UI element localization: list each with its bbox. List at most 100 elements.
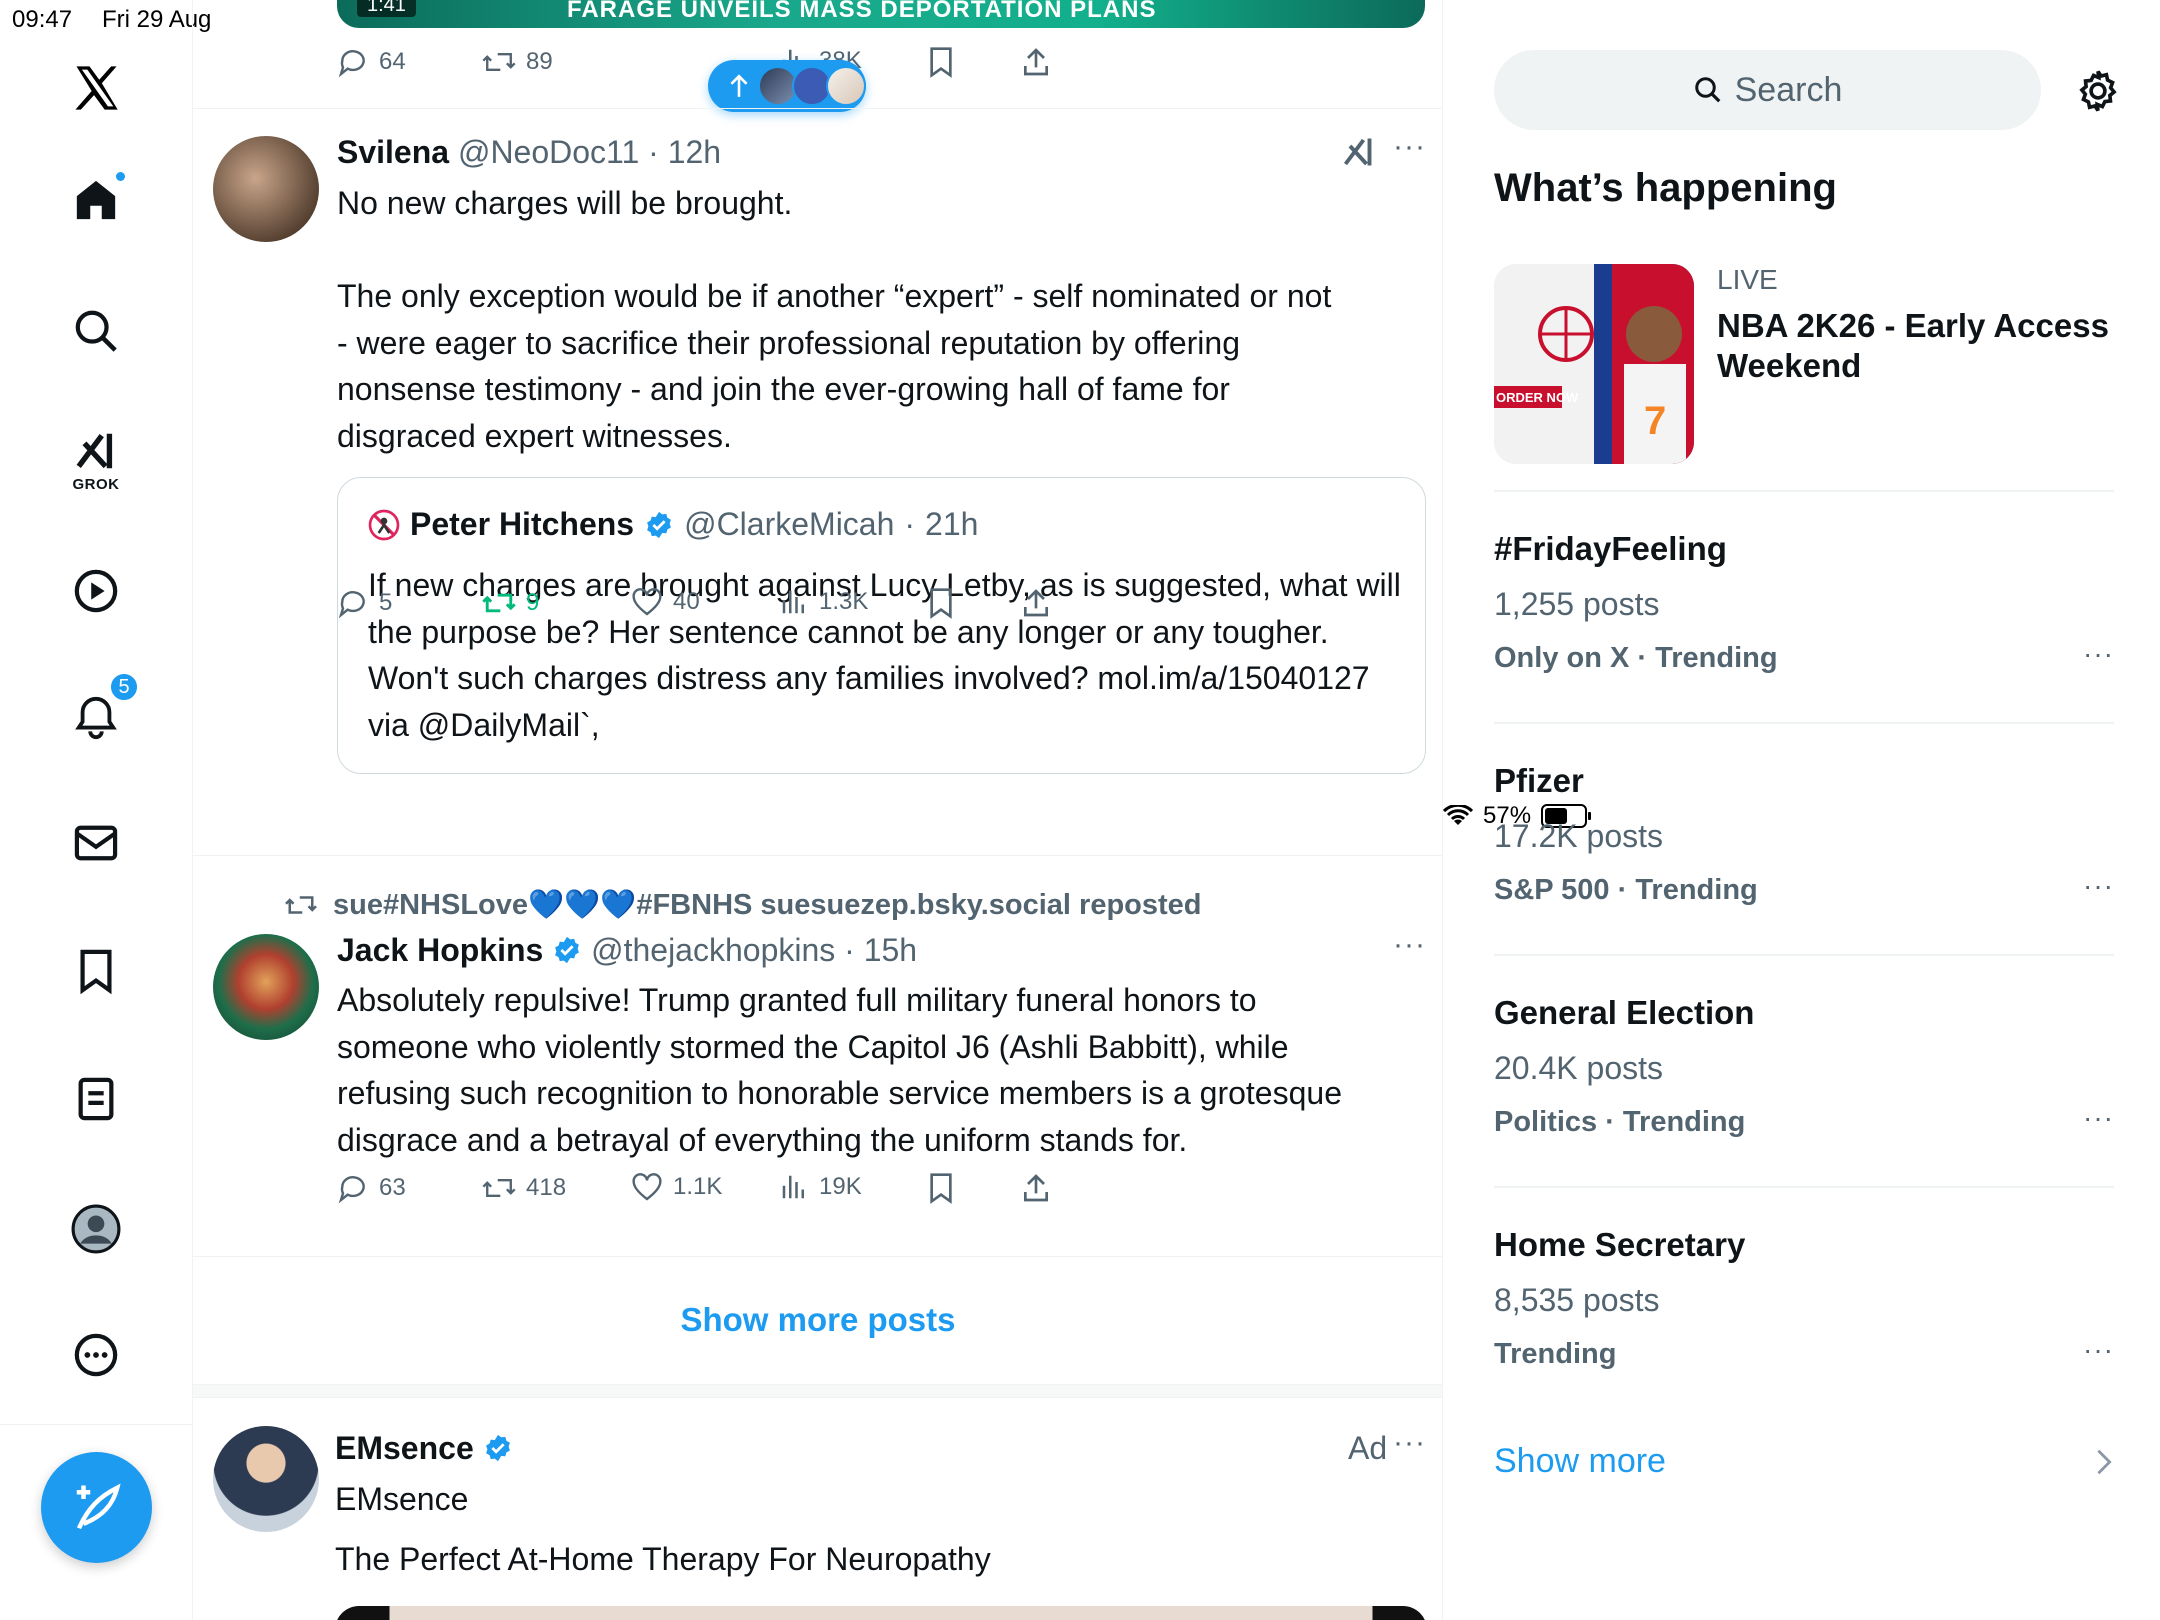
section-gap [193, 1384, 1442, 1398]
post-time[interactable]: 12h [668, 134, 721, 170]
repost-button[interactable]: 9 [482, 587, 539, 619]
bookmark-button[interactable] [927, 587, 955, 619]
profile-icon[interactable] [71, 1204, 121, 1254]
trend-more-icon[interactable]: ··· [2083, 1334, 2114, 1366]
trend-name: Pfizer [1494, 762, 1584, 799]
live-title: NBA 2K26 - Early Access Weekend [1717, 307, 2109, 384]
share-button[interactable] [1020, 587, 1052, 619]
post-text-body: The only exception would be if another “… [337, 278, 1332, 454]
like-count: 40 [673, 588, 700, 615]
trend-context: Politics · Trending [1494, 1106, 1746, 1138]
search-icon[interactable] [73, 308, 119, 354]
repost-icon [482, 52, 516, 72]
like-button[interactable]: 40 [631, 587, 700, 617]
repost-indicator-icon [285, 896, 317, 914]
trend-name: General Election [1494, 994, 1755, 1031]
post-more-icon[interactable]: ··· [1393, 130, 1426, 164]
repost-button[interactable]: 89 [482, 46, 553, 78]
repost-icon [482, 1178, 516, 1198]
settings-gear-icon[interactable] [2075, 68, 2121, 114]
reply-icon [338, 591, 365, 619]
live-label: LIVE [1717, 264, 1778, 295]
notifications-icon[interactable]: 5 [73, 672, 139, 742]
nav-divider [0, 1424, 193, 1425]
reposted-by[interactable]: sue#NHSLove💙💙💙#FBNHS suesuezep.bsky.soci… [283, 888, 1202, 922]
search-icon [1694, 77, 1721, 103]
video-icon[interactable] [73, 568, 119, 614]
trend-item[interactable]: General Election 20.4K posts Politics · … [1494, 994, 2114, 1164]
grok-icon[interactable]: GROK [72, 428, 120, 493]
views-icon [782, 1175, 804, 1199]
trend-item[interactable]: Home Secretary 8,535 posts Trending ··· [1494, 1226, 2114, 1396]
timeline[interactable]: 1:41 FARAGE UNVEILS MASS DEPORTATION PLA… [193, 0, 1443, 1620]
home-unread-dot [114, 170, 127, 183]
trend-more-icon[interactable]: ··· [2083, 1102, 2114, 1134]
trend-post-count: 1,255 posts [1494, 586, 1660, 622]
trend-divider [1494, 954, 2114, 956]
bookmark-button[interactable] [927, 46, 955, 78]
quote-handle: @ClarkeMicah [684, 506, 895, 542]
show-more-posts-link[interactable]: Show more posts [193, 1258, 1442, 1382]
reposted-by-text: sue#NHSLove💙💙💙#FBNHS suesuezep.bsky.soci… [333, 889, 1202, 921]
bookmark-icon[interactable] [76, 948, 116, 994]
show-more-trends-link[interactable]: Show more [1494, 1442, 1666, 1481]
quote-time: 21h [925, 506, 979, 542]
post-more-icon[interactable]: ··· [1393, 928, 1426, 962]
author-name[interactable]: Svilena [337, 134, 449, 170]
avatar[interactable] [213, 1426, 319, 1532]
new-post-avatar [826, 66, 866, 106]
reply-button[interactable]: 64 [337, 46, 406, 78]
views-button[interactable]: 19K [779, 1172, 862, 1202]
top-post-video[interactable]: 1:41 FARAGE UNVEILS MASS DEPORTATION PLA… [337, 0, 1425, 28]
post-text-line1: No new charges will be brought. [337, 185, 793, 221]
repost-count: 9 [526, 589, 540, 616]
share-button[interactable] [1020, 1172, 1052, 1204]
post-more-icon[interactable]: ··· [1393, 1426, 1426, 1460]
chevron-right-icon[interactable] [2095, 1448, 2113, 1476]
verified-badge-icon [485, 1434, 510, 1462]
reply-button[interactable]: 63 [337, 1172, 406, 1204]
notification-badge: 5 [109, 672, 139, 702]
compose-button[interactable] [41, 1452, 152, 1563]
reply-button[interactable]: 5 [337, 587, 392, 619]
bookmark-action-icon [930, 1173, 952, 1204]
x-logo-icon[interactable] [70, 62, 122, 114]
avatar[interactable] [213, 934, 319, 1040]
search-bar[interactable]: Search [1494, 50, 2041, 130]
lists-icon[interactable] [76, 1076, 116, 1122]
reply-count: 63 [379, 1174, 406, 1201]
trend-more-icon[interactable]: ··· [2083, 638, 2114, 670]
author-name[interactable]: EMsence [335, 1430, 474, 1466]
views-button[interactable]: 1.3K [779, 587, 868, 617]
ad-media[interactable] [335, 1606, 1427, 1620]
ad-label: Ad [1348, 1430, 1388, 1466]
post-actions: 63 418 1.1K 19K [337, 1172, 1337, 1212]
verified-badge-icon [555, 936, 580, 964]
more-icon[interactable] [73, 1332, 119, 1378]
mail-icon[interactable] [73, 822, 119, 864]
trend-divider [1494, 490, 2114, 492]
post-divider [193, 855, 1442, 856]
trend-item[interactable]: #FridayFeeling 1,255 posts Only on X · T… [1494, 530, 2114, 700]
trend-more-icon[interactable]: ··· [2083, 870, 2114, 902]
grok-explain-icon[interactable] [1341, 134, 1377, 170]
author-handle[interactable]: @NeoDoc11 [458, 134, 639, 170]
post-actions: 5 9 40 1.3K [337, 587, 1337, 627]
author-name[interactable]: Jack Hopkins [337, 932, 543, 968]
post-time[interactable]: 15h [864, 932, 917, 968]
trend-item[interactable]: Pfizer 17.2K posts S&P 500 · Trending ··… [1494, 762, 2114, 932]
home-icon[interactable] [73, 170, 127, 224]
bookmark-button[interactable] [927, 1172, 955, 1204]
share-button[interactable] [1020, 46, 1052, 78]
reply-icon [338, 1176, 365, 1204]
like-button[interactable]: 1.1K [631, 1172, 722, 1202]
reply-icon [338, 50, 365, 78]
author-handle[interactable]: @thejackhopkins [591, 932, 835, 968]
avatar[interactable] [213, 136, 319, 242]
trend-live-event[interactable]: 7 ORDER NOW LIVE NBA 2K26 - Early Access… [1494, 264, 2114, 464]
quote-avatar-icon [368, 509, 400, 540]
right-sidebar: Search What’s happening 7 ORDER NOW LIVE… [1443, 0, 2160, 1620]
like-count: 1.1K [673, 1173, 723, 1200]
repost-button[interactable]: 418 [482, 1172, 566, 1204]
new-posts-pill[interactable] [708, 60, 866, 112]
